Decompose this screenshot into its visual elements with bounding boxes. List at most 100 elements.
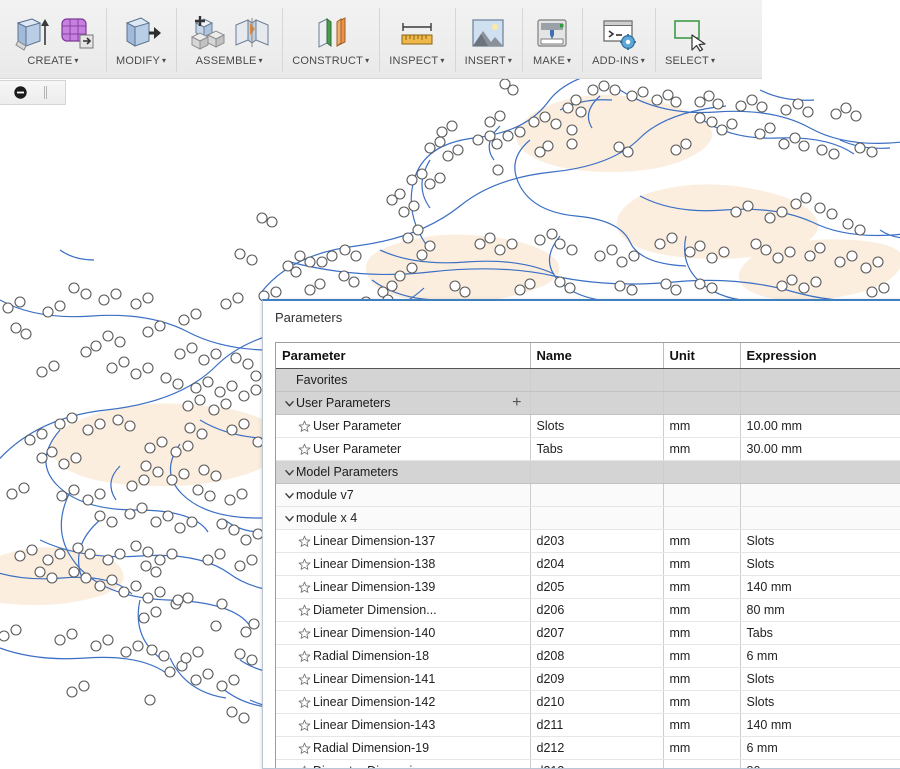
3d-print-icon[interactable] bbox=[532, 13, 572, 53]
cell-parameter[interactable]: Favorites bbox=[276, 368, 531, 392]
chevron-down-icon[interactable]: ▾ bbox=[162, 56, 166, 65]
cell-expression[interactable]: Slots bbox=[740, 690, 900, 714]
chevron-down-icon[interactable] bbox=[282, 392, 296, 414]
parameters-table-row[interactable]: Radial Dimension-19 d212 mm 6 mm bbox=[276, 736, 900, 760]
cell-name[interactable]: d211 bbox=[530, 713, 664, 737]
toolbar-group-construct[interactable]: CONSTRUCT ▾ bbox=[282, 0, 379, 78]
chevron-down-icon[interactable]: ▾ bbox=[259, 56, 263, 65]
parameters-table-row[interactable]: module v7 bbox=[276, 483, 900, 507]
cell-name[interactable]: Slots bbox=[530, 414, 664, 438]
cell-unit[interactable]: mm bbox=[663, 667, 741, 691]
cell-unit[interactable]: mm bbox=[663, 552, 741, 576]
joint-icon[interactable] bbox=[232, 13, 272, 53]
cell-expression[interactable] bbox=[740, 368, 900, 392]
favorite-star-icon[interactable] bbox=[296, 760, 313, 768]
cell-unit[interactable]: mm bbox=[663, 644, 741, 668]
chevron-down-icon[interactable] bbox=[282, 484, 296, 506]
cell-unit[interactable]: mm bbox=[663, 690, 741, 714]
cell-unit[interactable]: mm bbox=[663, 414, 741, 438]
column-header-name[interactable]: Name bbox=[530, 343, 664, 369]
chevron-down-icon[interactable]: ▾ bbox=[641, 56, 645, 65]
parameters-table-row[interactable]: Linear Dimension-140 d207 mm Tabs bbox=[276, 621, 900, 645]
cell-expression[interactable] bbox=[740, 391, 900, 415]
parameters-table-row[interactable]: Diameter Dimension... d206 mm 80 mm bbox=[276, 598, 900, 622]
select-window-icon[interactable] bbox=[670, 13, 710, 53]
parameters-table-row[interactable]: Linear Dimension-143 d211 mm 140 mm bbox=[276, 713, 900, 737]
cell-parameter[interactable]: Linear Dimension-142 bbox=[276, 690, 531, 714]
cell-unit[interactable] bbox=[663, 391, 741, 415]
cell-expression[interactable]: Slots bbox=[740, 667, 900, 691]
cell-unit[interactable]: mm bbox=[663, 713, 741, 737]
minus-circle-icon[interactable] bbox=[0, 81, 40, 104]
cell-name[interactable] bbox=[530, 368, 664, 392]
favorite-star-icon[interactable] bbox=[296, 438, 313, 460]
cell-parameter[interactable]: module x 4 bbox=[276, 506, 531, 530]
cell-name[interactable] bbox=[530, 391, 664, 415]
favorite-star-icon[interactable] bbox=[296, 415, 313, 437]
cell-unit[interactable] bbox=[663, 506, 741, 530]
cell-name[interactable]: d207 bbox=[530, 621, 664, 645]
cell-parameter[interactable]: Linear Dimension-140 bbox=[276, 621, 531, 645]
cell-expression[interactable]: 30.00 mm bbox=[740, 437, 900, 461]
favorite-star-icon[interactable] bbox=[296, 530, 313, 552]
cell-parameter[interactable]: User Parameters + bbox=[276, 391, 531, 415]
cell-unit[interactable]: mm bbox=[663, 736, 741, 760]
cell-expression[interactable]: 80 mm bbox=[740, 598, 900, 622]
cell-name[interactable]: d209 bbox=[530, 667, 664, 691]
toolbar-group-make[interactable]: MAKE ▾ bbox=[522, 0, 582, 78]
insert-image-icon[interactable] bbox=[468, 13, 508, 53]
cell-unit[interactable]: mm bbox=[663, 598, 741, 622]
parameters-table-body[interactable]: Favorites User Parameters + User Parameter S… bbox=[276, 368, 900, 768]
cell-parameter[interactable]: Linear Dimension-139 bbox=[276, 575, 531, 599]
cell-parameter[interactable]: Diameter Dimension... bbox=[276, 598, 531, 622]
cell-parameter[interactable]: Radial Dimension-18 bbox=[276, 644, 531, 668]
chevron-down-icon[interactable]: ▾ bbox=[74, 56, 78, 65]
column-header-expression[interactable]: Expression bbox=[740, 343, 900, 369]
cell-name[interactable]: d205 bbox=[530, 575, 664, 599]
favorite-star-icon[interactable] bbox=[296, 691, 313, 713]
favorite-star-icon[interactable] bbox=[296, 737, 313, 759]
cell-unit[interactable]: mm bbox=[663, 621, 741, 645]
cell-unit[interactable] bbox=[663, 460, 741, 484]
main-toolbar[interactable]: CREATE ▾ MODIFY ▾ ASSEMBLE ▾ CONSTRUCT ▾… bbox=[0, 0, 762, 79]
cell-unit[interactable] bbox=[663, 368, 741, 392]
cell-name[interactable]: d208 bbox=[530, 644, 664, 668]
parameters-dialog[interactable]: Parameters Parameter Name Unit Expressio… bbox=[262, 299, 900, 769]
column-header-parameter[interactable]: Parameter bbox=[276, 343, 531, 369]
toolbar-group-modify[interactable]: MODIFY ▾ bbox=[106, 0, 176, 78]
toolbar-group-inspect[interactable]: INSPECT ▾ bbox=[379, 0, 454, 78]
favorite-star-icon[interactable] bbox=[296, 599, 313, 621]
cell-parameter[interactable]: Model Parameters bbox=[276, 460, 531, 484]
toolbar-group-insert[interactable]: INSERT ▾ bbox=[454, 0, 523, 78]
chevron-down-icon[interactable] bbox=[282, 507, 296, 529]
parameters-table-row[interactable]: Favorites bbox=[276, 368, 900, 392]
parameters-table-row[interactable]: Linear Dimension-142 d210 mm Slots bbox=[276, 690, 900, 714]
chevron-down-icon[interactable]: ▾ bbox=[508, 56, 512, 65]
cell-name[interactable]: d212 bbox=[530, 736, 664, 760]
parameters-table-row[interactable]: Model Parameters bbox=[276, 460, 900, 484]
cell-parameter[interactable]: User Parameter bbox=[276, 437, 531, 461]
parameters-table-container[interactable]: Parameter Name Unit Expression Favorites… bbox=[275, 342, 900, 768]
favorite-star-icon[interactable] bbox=[296, 553, 313, 575]
sketch-mini-toolbar[interactable] bbox=[0, 80, 66, 105]
cell-unit[interactable]: mm bbox=[663, 437, 741, 461]
cell-expression[interactable] bbox=[740, 483, 900, 507]
favorite-star-icon[interactable] bbox=[296, 714, 313, 736]
parameters-table-row[interactable]: Linear Dimension-139 d205 mm 140 mm bbox=[276, 575, 900, 599]
cell-name[interactable] bbox=[530, 483, 664, 507]
toolbar-group-addins[interactable]: ADD-INS ▾ bbox=[582, 0, 655, 78]
chevron-down-icon[interactable]: ▾ bbox=[567, 56, 571, 65]
parameters-table-row[interactable]: User Parameters + bbox=[276, 391, 900, 415]
parameters-table-row[interactable]: Linear Dimension-137 d203 mm Slots bbox=[276, 529, 900, 553]
cell-expression[interactable] bbox=[740, 506, 900, 530]
cell-parameter[interactable]: module v7 bbox=[276, 483, 531, 507]
toolbar-group-create[interactable]: CREATE ▾ bbox=[0, 0, 106, 78]
cell-expression[interactable]: 6 mm bbox=[740, 736, 900, 760]
cell-expression[interactable]: Slots bbox=[740, 552, 900, 576]
scripts-addins-icon[interactable] bbox=[599, 13, 639, 53]
cell-name[interactable]: d204 bbox=[530, 552, 664, 576]
cell-unit[interactable]: mm bbox=[663, 529, 741, 553]
cell-parameter[interactable]: Linear Dimension-137 bbox=[276, 529, 531, 553]
cell-unit[interactable]: mm bbox=[663, 575, 741, 599]
favorite-star-icon[interactable] bbox=[296, 576, 313, 598]
